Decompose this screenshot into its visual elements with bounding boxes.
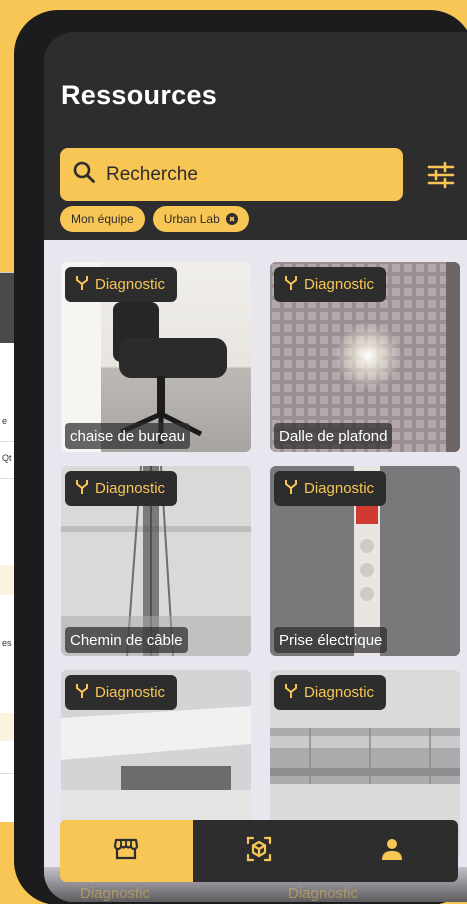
filter-chip-mon-equipe[interactable]: Mon équipe [60, 206, 145, 232]
user-icon [380, 837, 404, 866]
scan-box-icon [245, 835, 273, 868]
category-tag: Diagnostic [274, 471, 387, 506]
filter-chip-label: Mon équipe [71, 212, 134, 226]
page-title: Ressources [61, 80, 218, 110]
diagnostic-fork-icon [284, 479, 298, 499]
resource-grid: Diagnostic chaise de bureau Diagnostic D… [44, 240, 467, 902]
search-input[interactable] [106, 163, 376, 186]
resource-card[interactable]: Diagnostic Chemin de câble [61, 466, 251, 656]
category-tag: Diagnostic [274, 267, 387, 302]
background-text: e [2, 416, 8, 426]
resource-card[interactable]: Diagnostic Dalle de plafond [270, 262, 460, 452]
category-tag-label: Diagnostic [304, 276, 375, 293]
search-icon [72, 160, 96, 189]
next-row-tag: Diagnostic [288, 885, 359, 902]
resource-name: Dalle de plafond [274, 423, 393, 449]
category-tag: Diagnostic [65, 675, 178, 710]
category-tag: Diagnostic [65, 267, 178, 302]
bottom-nav [60, 820, 458, 882]
background-text: es [2, 638, 12, 648]
category-tag-label: Diagnostic [95, 276, 166, 293]
diagnostic-fork-icon [284, 275, 298, 295]
search-bar[interactable] [60, 148, 403, 201]
resource-name: chaise de bureau [65, 423, 191, 449]
diagnostic-fork-icon [75, 275, 89, 295]
diagnostic-fork-icon [75, 479, 89, 499]
filter-sliders-icon[interactable] [426, 160, 456, 190]
diagnostic-fork-icon [284, 683, 298, 703]
nav-item-resources[interactable] [60, 820, 193, 882]
category-tag-label: Diagnostic [304, 480, 375, 497]
phone-frame: Ressources Mon équipe [14, 10, 467, 904]
category-tag: Diagnostic [65, 471, 178, 506]
category-tag-label: Diagnostic [95, 684, 166, 701]
nav-item-profile[interactable] [325, 820, 458, 882]
resource-name: Chemin de câble [65, 627, 188, 653]
diagnostic-fork-icon [75, 683, 89, 703]
filter-chip-label: Urban Lab [163, 212, 220, 226]
nav-item-scan[interactable] [193, 820, 326, 882]
resource-card[interactable]: Diagnostic Prise électrique [270, 466, 460, 656]
resource-name: Prise électrique [274, 627, 388, 653]
category-tag-label: Diagnostic [304, 684, 375, 701]
store-icon [113, 836, 139, 867]
category-tag: Diagnostic [274, 675, 387, 710]
background-text: Qt [2, 453, 12, 463]
filter-chips: Mon équipe Urban Lab [60, 206, 249, 232]
filter-chip-urban-lab[interactable]: Urban Lab [152, 206, 249, 232]
category-tag-label: Diagnostic [95, 480, 166, 497]
next-row-tag: Diagnostic [80, 885, 151, 902]
resource-card[interactable]: Diagnostic chaise de bureau [61, 262, 251, 452]
app-screen: Ressources Mon équipe [44, 32, 467, 902]
close-icon[interactable] [225, 213, 238, 225]
